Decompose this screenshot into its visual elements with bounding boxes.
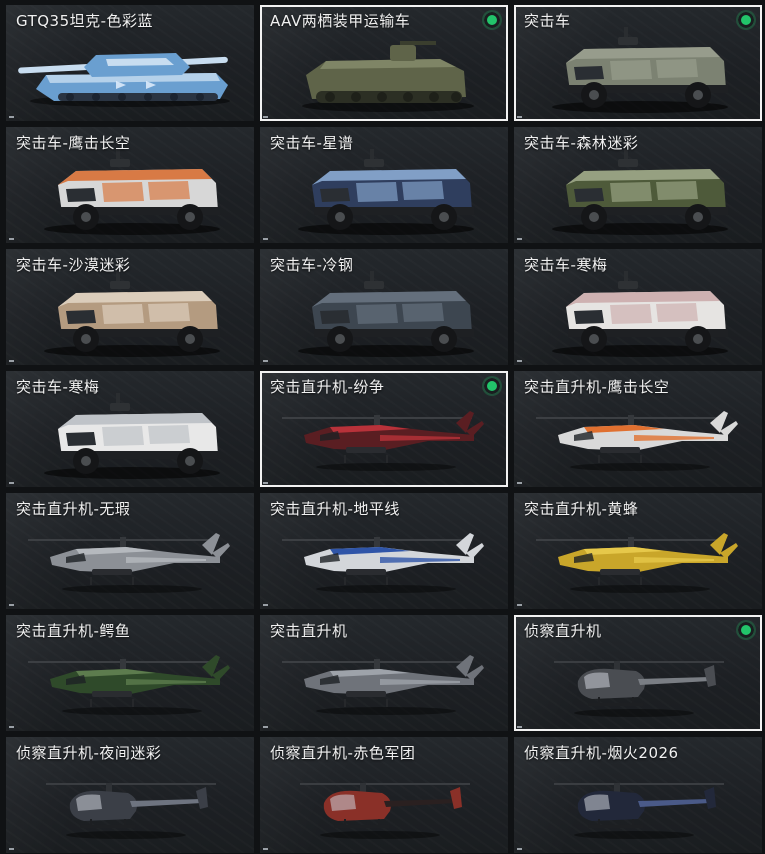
corner-mark	[263, 848, 268, 850]
vehicle-card-name: 突击直升机-纷争	[270, 378, 385, 396]
corner-mark	[9, 238, 14, 240]
corner-mark	[517, 726, 522, 728]
vehicle-card-name: 突击车-星谱	[270, 134, 354, 152]
vehicle-card-name: AAV两栖装甲运输车	[270, 12, 411, 30]
vehicle-card-16[interactable]: 突击直升机-鳄鱼	[6, 615, 254, 731]
vehicle-card-4[interactable]: 突击车-鹰击长空	[6, 127, 254, 243]
vehicle-card-21[interactable]: 侦察直升机-烟火2026	[514, 737, 762, 853]
vehicle-card-name: 突击车-沙漠迷彩	[16, 256, 131, 274]
vehicle-card-11[interactable]: 突击直升机-纷争	[260, 371, 508, 487]
equipped-indicator-icon	[484, 12, 500, 28]
corner-mark	[9, 360, 14, 362]
corner-mark	[517, 360, 522, 362]
corner-mark	[9, 482, 14, 484]
vehicle-card-15[interactable]: 突击直升机-黄蜂	[514, 493, 762, 609]
vehicle-card-5[interactable]: 突击车-星谱	[260, 127, 508, 243]
vehicle-card-13[interactable]: 突击直升机-无瑕	[6, 493, 254, 609]
vehicle-card-name: 侦察直升机-烟火2026	[524, 744, 679, 762]
vehicle-card-12[interactable]: 突击直升机-鹰击长空	[514, 371, 762, 487]
vehicle-card-name: 突击直升机-鳄鱼	[16, 622, 131, 640]
vehicle-card-1[interactable]: GTQ35坦克-色彩蓝	[6, 5, 254, 121]
corner-mark	[9, 726, 14, 728]
corner-mark	[517, 238, 522, 240]
vehicle-card-name: 突击直升机-地平线	[270, 500, 400, 518]
equipped-indicator-icon	[738, 622, 754, 638]
corner-mark	[263, 726, 268, 728]
corner-mark	[517, 482, 522, 484]
vehicle-card-name: 突击直升机-鹰击长空	[524, 378, 670, 396]
vehicle-card-6[interactable]: 突击车-森林迷彩	[514, 127, 762, 243]
corner-mark	[263, 360, 268, 362]
corner-mark	[263, 604, 268, 606]
vehicle-skin-grid: GTQ35坦克-色彩蓝 AAV两栖装甲运输车 突击车 突击车-鹰击长空 突击车-…	[0, 0, 765, 854]
corner-mark	[517, 116, 522, 118]
vehicle-card-name: 突击车-寒梅	[524, 256, 608, 274]
corner-mark	[263, 116, 268, 118]
vehicle-card-name: 突击车-森林迷彩	[524, 134, 639, 152]
vehicle-card-17[interactable]: 突击直升机	[260, 615, 508, 731]
equipped-indicator-icon	[738, 12, 754, 28]
vehicle-card-name: 突击直升机-无瑕	[16, 500, 131, 518]
vehicle-card-8[interactable]: 突击车-冷钢	[260, 249, 508, 365]
vehicle-card-9[interactable]: 突击车-寒梅	[514, 249, 762, 365]
vehicle-card-3[interactable]: 突击车	[514, 5, 762, 121]
vehicle-card-name: 侦察直升机-夜间迷彩	[16, 744, 162, 762]
corner-mark	[263, 482, 268, 484]
equipped-indicator-icon	[484, 378, 500, 394]
corner-mark	[9, 848, 14, 850]
corner-mark	[263, 238, 268, 240]
vehicle-card-10[interactable]: 突击车-寒梅	[6, 371, 254, 487]
vehicle-card-name: 突击直升机-黄蜂	[524, 500, 639, 518]
corner-mark	[9, 116, 14, 118]
vehicle-card-name: 突击车-寒梅	[16, 378, 100, 396]
vehicle-card-name: 突击直升机	[270, 622, 348, 640]
vehicle-card-19[interactable]: 侦察直升机-夜间迷彩	[6, 737, 254, 853]
vehicle-card-2[interactable]: AAV两栖装甲运输车	[260, 5, 508, 121]
vehicle-card-name: GTQ35坦克-色彩蓝	[16, 12, 154, 30]
vehicle-card-name: 侦察直升机	[524, 622, 602, 640]
vehicle-card-14[interactable]: 突击直升机-地平线	[260, 493, 508, 609]
vehicle-card-7[interactable]: 突击车-沙漠迷彩	[6, 249, 254, 365]
vehicle-card-name: 突击车	[524, 12, 571, 30]
vehicle-card-18[interactable]: 侦察直升机	[514, 615, 762, 731]
vehicle-card-20[interactable]: 侦察直升机-赤色军团	[260, 737, 508, 853]
vehicle-card-name: 突击车-冷钢	[270, 256, 354, 274]
corner-mark	[517, 848, 522, 850]
corner-mark	[9, 604, 14, 606]
vehicle-card-name: 侦察直升机-赤色军团	[270, 744, 416, 762]
vehicle-card-name: 突击车-鹰击长空	[16, 134, 131, 152]
corner-mark	[517, 604, 522, 606]
